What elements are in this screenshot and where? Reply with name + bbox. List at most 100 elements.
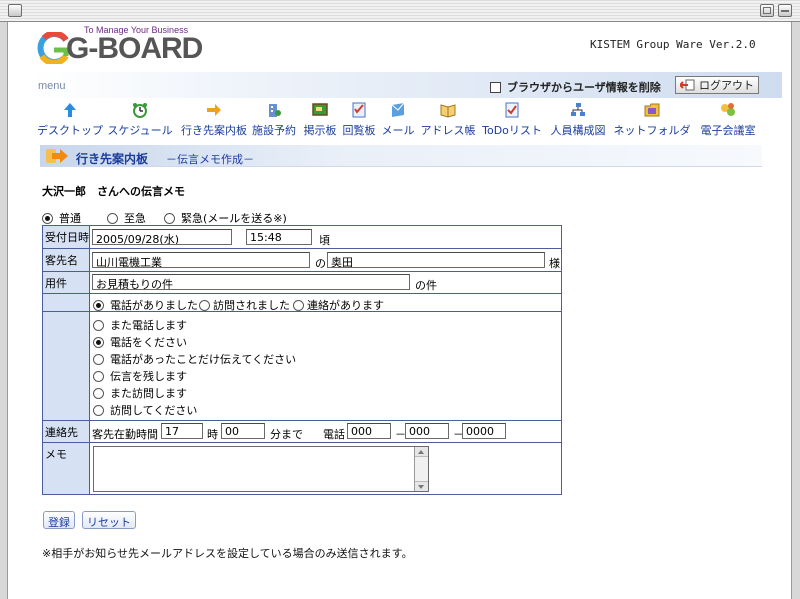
- phone-part-2-input[interactable]: 000: [405, 423, 449, 439]
- action-please-visit[interactable]: 訪問してください: [93, 402, 197, 418]
- subject-input[interactable]: お見積もりの件: [92, 274, 410, 290]
- action-call-again-radio[interactable]: [93, 319, 104, 331]
- logout-button[interactable]: ログアウト: [675, 76, 759, 94]
- row-contact-type: 電話がありました 訪問されました 連絡があります: [43, 294, 561, 312]
- nav-item-facility[interactable]: 施設予約: [252, 102, 296, 138]
- scroll-up-icon[interactable]: [415, 447, 428, 457]
- received-label: 受付日時: [43, 226, 90, 248]
- received-suffix: 頃: [319, 234, 330, 247]
- message-form: 受付日時 2005/09/28(水) 15:48 頃 客先名 山川電機工業 の …: [42, 225, 562, 495]
- window-frame-left: [0, 22, 8, 599]
- subject-label: 用件: [43, 272, 90, 293]
- nav-item-todo[interactable]: ToDoリスト: [482, 102, 542, 138]
- contact-type-will-contact[interactable]: 連絡があります: [293, 297, 384, 313]
- building-icon: [269, 104, 281, 117]
- customer-connector: の: [315, 257, 326, 270]
- page-heading: 大沢一郎 さんへの伝言メモ: [42, 185, 185, 198]
- scroll-down-icon[interactable]: [415, 481, 428, 491]
- logo-text: G-BOARD: [66, 32, 203, 65]
- window-zoom-button[interactable]: [760, 4, 774, 17]
- row-received: 受付日時 2005/09/28(水) 15:48 頃: [43, 226, 561, 249]
- logout-label: ログアウト: [699, 79, 754, 92]
- window-close-button[interactable]: [8, 4, 22, 17]
- priority-urgent[interactable]: 至急: [107, 210, 146, 226]
- address-book-icon: [440, 104, 456, 118]
- whereabouts-arrow-icon: [46, 149, 68, 163]
- priority-normal[interactable]: 普通: [42, 210, 81, 226]
- action-please-call[interactable]: 電話をください: [93, 334, 187, 350]
- action-visit-again-radio[interactable]: [93, 387, 104, 399]
- nav-item-net-folder[interactable]: ネットフォルダ: [614, 102, 691, 138]
- action-label: [43, 312, 90, 420]
- board-icon: [312, 103, 328, 116]
- memo-label: メモ: [43, 443, 90, 494]
- clock-icon: [133, 103, 147, 118]
- priority-normal-radio[interactable]: [42, 212, 53, 224]
- phone-part-3-input[interactable]: 0000: [462, 423, 506, 439]
- customer-honorific: 様: [549, 257, 560, 270]
- mail-icon: [391, 102, 405, 117]
- contact-type-will-contact-radio[interactable]: [293, 299, 304, 311]
- contact-type-phoned[interactable]: 電話がありました: [93, 297, 198, 313]
- customer-person-input[interactable]: 奥田: [327, 252, 545, 268]
- contact-type-label: [43, 294, 90, 311]
- subject-suffix: の件: [415, 279, 437, 292]
- meeting-icon: [721, 103, 735, 116]
- customer-company-input[interactable]: 山川電機工業: [92, 252, 310, 268]
- row-customer: 客先名 山川電機工業 の 奥田 様: [43, 249, 561, 272]
- nav-item-bulletin[interactable]: 掲示板: [303, 102, 337, 138]
- contact-type-visited-radio[interactable]: [199, 299, 210, 311]
- priority-group: 普通 至急 緊急(メールを送る※): [42, 210, 305, 226]
- nav-item-org-chart[interactable]: 人員構成図: [549, 102, 607, 138]
- received-time-input[interactable]: 15:48: [246, 229, 312, 245]
- row-subject: 用件 お見積もりの件 の件: [43, 272, 561, 294]
- section-title: 行き先案内板: [76, 152, 149, 166]
- section-header-bar: [40, 145, 762, 167]
- action-leave-message[interactable]: 伝言を残します: [93, 368, 187, 384]
- contact-type-phoned-radio[interactable]: [93, 299, 104, 311]
- nav-item-address-book[interactable]: アドレス帳: [421, 102, 476, 138]
- action-please-visit-radio[interactable]: [93, 404, 104, 416]
- contact-type-visited[interactable]: 訪問されました: [199, 297, 290, 313]
- office-hours-label: 客先在勤時間: [92, 428, 158, 441]
- org-chart-icon: [571, 103, 585, 116]
- memo-scrollbar[interactable]: [414, 447, 428, 491]
- folder-icon: [644, 103, 660, 117]
- action-visit-again[interactable]: また訪問します: [93, 385, 187, 401]
- nav-item-circular[interactable]: 回覧板: [341, 102, 377, 138]
- desktop-arrow-icon: [64, 103, 76, 117]
- browser-clear-option[interactable]: ブラウザからユーザ情報を削除: [490, 79, 661, 95]
- action-call-again[interactable]: また電話します: [93, 317, 187, 333]
- reset-button[interactable]: リセット: [82, 511, 136, 529]
- nav-item-schedule[interactable]: スケジュール: [107, 102, 173, 138]
- action-just-inform-radio[interactable]: [93, 353, 104, 365]
- register-button[interactable]: 登録: [43, 511, 75, 529]
- office-hours-hour-input[interactable]: 17: [161, 423, 203, 439]
- nav-item-whereabouts[interactable]: 行き先案内板: [181, 102, 247, 138]
- phone-part-1-input[interactable]: 000: [347, 423, 391, 439]
- memo-textarea[interactable]: [93, 446, 429, 492]
- nav-item-desktop[interactable]: デスクトップ: [37, 102, 103, 138]
- nav-item-meeting-room[interactable]: 電子会議室: [698, 102, 758, 138]
- priority-emergency[interactable]: 緊急(メールを送る※): [164, 210, 287, 226]
- priority-urgent-radio[interactable]: [107, 212, 118, 224]
- todo-icon: [505, 102, 519, 118]
- logo-mark-icon: [37, 32, 69, 64]
- window-frame-right: [791, 22, 800, 599]
- office-hours-minute-input[interactable]: 00: [221, 423, 265, 439]
- nav-item-mail[interactable]: メール: [381, 102, 415, 138]
- browser-clear-checkbox[interactable]: [490, 81, 501, 93]
- priority-emergency-radio[interactable]: [164, 212, 175, 224]
- arrow-right-icon: [207, 104, 221, 116]
- action-leave-message-radio[interactable]: [93, 370, 104, 382]
- app-version: KISTEM Group Ware Ver.2.0: [590, 38, 756, 51]
- received-date-input[interactable]: 2005/09/28(水): [92, 229, 232, 245]
- menu-label: menu: [38, 80, 66, 92]
- menu-band: [30, 72, 782, 98]
- customer-label: 客先名: [43, 249, 90, 271]
- action-please-call-radio[interactable]: [93, 336, 104, 348]
- window-titlebar: [0, 0, 800, 22]
- window-collapse-button[interactable]: [778, 4, 792, 17]
- checklist-icon: [352, 102, 366, 118]
- action-just-inform[interactable]: 電話があったことだけ伝えてください: [93, 351, 296, 367]
